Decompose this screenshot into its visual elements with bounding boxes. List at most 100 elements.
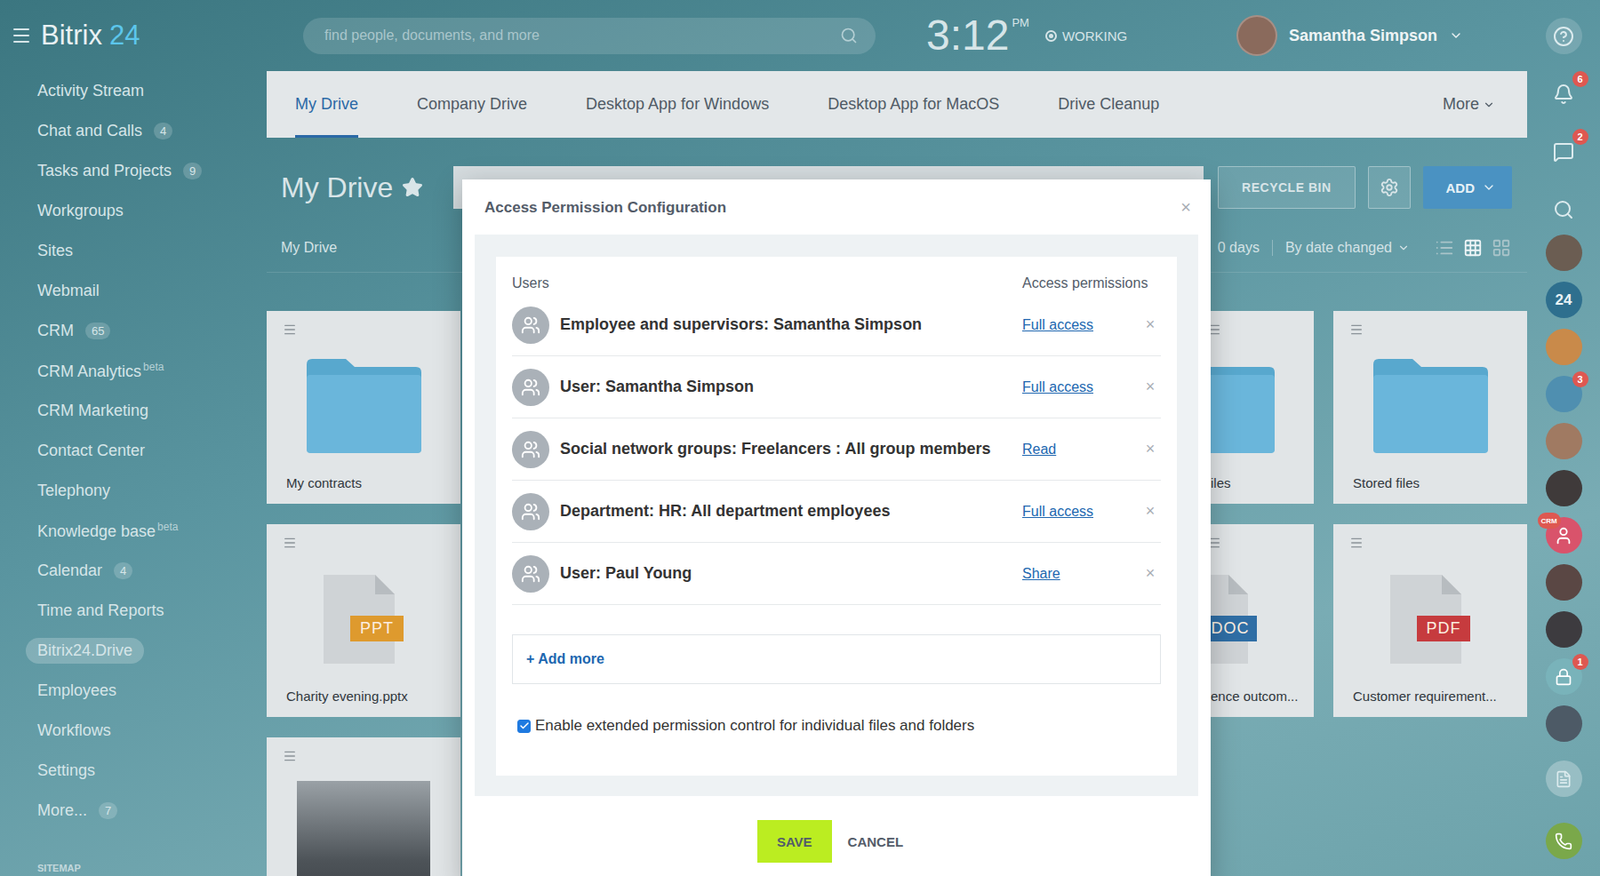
rail-avatar[interactable] (1545, 423, 1583, 460)
sidebar-menu: Activity StreamChat and Calls4Tasks and … (0, 71, 267, 832)
phone-icon (1554, 832, 1573, 851)
remove-button[interactable]: × (1139, 377, 1161, 397)
sidebar-item[interactable]: Sites (0, 231, 267, 272)
tile-menu[interactable] (1333, 524, 1528, 552)
sidebar-item[interactable]: Bitrix24.Drive (0, 631, 267, 672)
sidebar-item-label: Time and Reports (25, 598, 176, 624)
remove-button[interactable]: × (1139, 315, 1161, 335)
sidebar-item[interactable]: CRM65 (0, 311, 267, 352)
file-type-label: PPT (350, 616, 404, 642)
rail-avatar[interactable] (1545, 611, 1583, 648)
view-button[interactable] (1491, 238, 1512, 258)
tile-menu[interactable] (266, 311, 461, 338)
badge: 6 (1572, 71, 1589, 88)
view-button[interactable] (1434, 238, 1455, 258)
rail-help[interactable] (1545, 17, 1583, 55)
extended-permissions-option[interactable]: Enable extended permission control for i… (512, 717, 1161, 736)
tile-menu[interactable] (266, 524, 461, 552)
sidebar-item[interactable]: CRM Marketing (0, 391, 267, 432)
sidebar-item[interactable]: Contact Center (0, 431, 267, 472)
rail-crm[interactable]: CRM (1545, 517, 1583, 554)
rail-avatar[interactable] (1545, 470, 1583, 507)
folder-tile[interactable]: Stored files (1333, 311, 1528, 504)
permission-link[interactable]: Read (1022, 441, 1056, 458)
menu-icon[interactable] (282, 536, 297, 551)
sidebar-item[interactable]: Knowledge basebeta (0, 511, 267, 552)
tile-menu[interactable] (266, 737, 461, 765)
sidebar-item[interactable]: Settings (0, 751, 267, 792)
rail-lock[interactable]: 1 (1545, 658, 1583, 696)
logo[interactable]: Bitrix24 (0, 0, 267, 72)
star-icon[interactable] (401, 176, 424, 199)
rail-avatar[interactable] (1545, 705, 1583, 743)
rail-search[interactable] (1545, 191, 1583, 228)
rail-notifications[interactable]: 6 (1545, 75, 1583, 112)
folder-tile[interactable]: My contracts (266, 311, 461, 504)
sidebar-item[interactable]: More...7 (0, 791, 267, 832)
tab[interactable]: Drive Cleanup (1057, 71, 1160, 138)
rail-doc[interactable] (1545, 760, 1583, 798)
sidebar-item[interactable]: Workflows (0, 711, 267, 752)
menu-icon[interactable] (282, 322, 297, 337)
sitemap-link[interactable]: SITEMAP (0, 863, 267, 876)
rail-avatar[interactable] (1545, 234, 1583, 272)
permission-link[interactable]: Full access (1022, 504, 1094, 520)
sidebar-item-label: Bitrix24.Drive (25, 638, 144, 664)
global-search[interactable]: find people, documents, and more (303, 17, 876, 55)
period-select[interactable]: 0 days (1217, 240, 1273, 256)
menu-icon[interactable] (282, 749, 297, 764)
sidebar-item[interactable]: Calendar4 (0, 551, 267, 592)
tab[interactable]: More (1442, 71, 1496, 138)
file-tile[interactable]: PDFCustomer requirement... (1333, 524, 1528, 718)
photo-tile[interactable] (266, 737, 461, 876)
rail-avatar[interactable]: 3 (1545, 376, 1583, 413)
tab[interactable]: Desktop App for MacOS (827, 71, 1000, 138)
tab[interactable]: My Drive (295, 71, 359, 138)
sidebar-item[interactable]: Tasks and Projects9 (0, 151, 267, 192)
rail-chat[interactable]: 2 (1545, 133, 1583, 170)
view-button[interactable] (1463, 238, 1483, 258)
sidebar-item[interactable]: Workgroups (0, 191, 267, 232)
file-tile[interactable]: PPT Charity evening.pptx (266, 524, 461, 718)
tile-name: Charity evening.pptx (266, 688, 461, 718)
rail-app[interactable]: 24 (1545, 281, 1583, 319)
remove-button[interactable]: × (1139, 502, 1161, 521)
menu-icon[interactable] (1349, 322, 1364, 337)
permission-link[interactable]: Full access (1022, 379, 1094, 396)
breadcrumb[interactable]: My Drive (280, 240, 337, 256)
lock-icon (1554, 668, 1573, 687)
subject-name: Social network groups: Freelancers : All… (560, 440, 1012, 459)
sidebar-item[interactable]: Telephony (0, 471, 267, 512)
sidebar-item[interactable]: Webmail (0, 271, 267, 312)
rail-avatar[interactable] (1545, 564, 1583, 601)
add-button[interactable]: ADD (1423, 166, 1513, 209)
badge: 1 (1572, 654, 1589, 671)
rail-phone[interactable] (1545, 823, 1583, 860)
cancel-button[interactable]: CANCEL (835, 820, 917, 864)
remove-button[interactable]: × (1139, 564, 1161, 584)
sidebar-item[interactable]: Chat and Calls4 (0, 111, 267, 152)
tab[interactable]: Desktop App for Windows (585, 71, 769, 138)
checkbox[interactable] (517, 720, 531, 734)
rail-avatar[interactable] (1545, 328, 1583, 366)
menu-icon[interactable] (1349, 536, 1364, 551)
add-more-button[interactable]: + Add more (512, 634, 1161, 685)
save-button[interactable]: SAVE (757, 820, 832, 864)
sidebar-item[interactable]: Time and Reports (0, 591, 267, 632)
tile-name: Stored files (1333, 474, 1528, 504)
permission-link[interactable]: Share (1022, 566, 1061, 583)
sidebar-item[interactable]: CRM Analyticsbeta (0, 351, 267, 392)
sidebar-item[interactable]: Activity Stream (0, 71, 267, 112)
sidebar-item[interactable]: Employees (0, 671, 267, 712)
tab[interactable]: Company Drive (416, 71, 528, 138)
sort-select[interactable]: By date changed (1272, 240, 1410, 256)
user-menu[interactable]: Samantha Simpson (1236, 15, 1464, 56)
permission-link[interactable]: Full access (1022, 317, 1094, 334)
tile-menu[interactable] (1333, 311, 1528, 338)
remove-button[interactable]: × (1139, 440, 1161, 459)
settings-button[interactable] (1368, 166, 1411, 209)
recycle-bin-button[interactable]: RECYCLE BIN (1217, 166, 1355, 209)
close-button[interactable]: × (1180, 197, 1192, 218)
work-status[interactable]: WORKING (1045, 28, 1128, 44)
hamburger-icon[interactable] (10, 24, 32, 47)
